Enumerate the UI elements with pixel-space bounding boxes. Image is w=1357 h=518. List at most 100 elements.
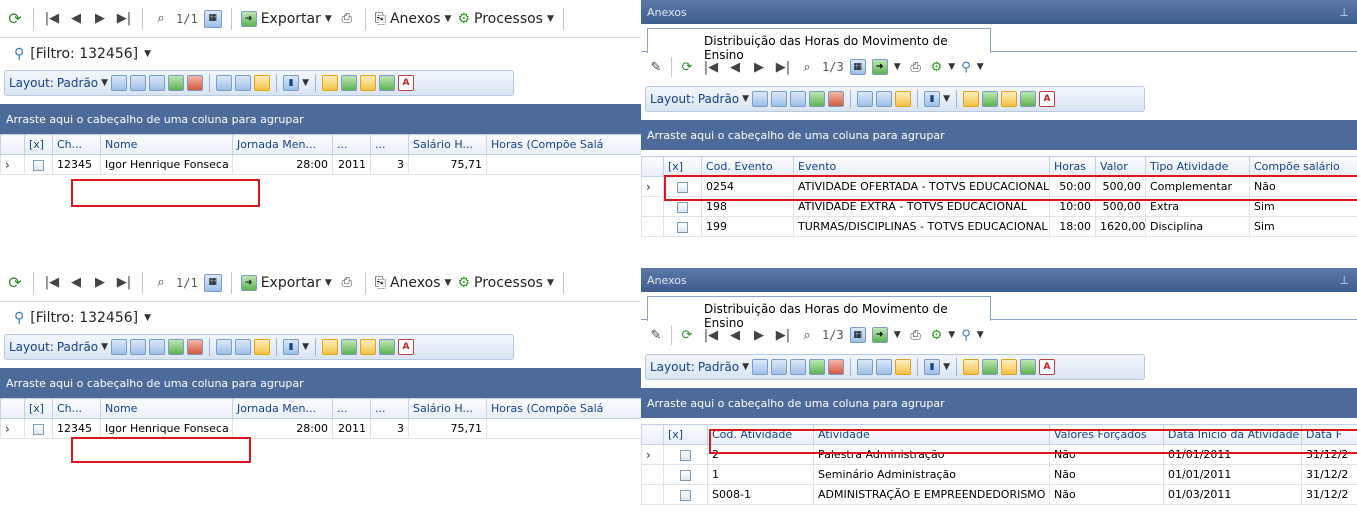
row-checkbox[interactable] — [677, 181, 688, 193]
column-header[interactable]: Nome — [100, 134, 233, 155]
table-row[interactable]: S008-1 ADMINISTRAÇÃO E EMPREENDEDORISMO … — [641, 484, 1357, 505]
layout-tool-icon[interactable] — [828, 359, 845, 375]
layout-tool-icon[interactable] — [809, 359, 826, 375]
chevron-down-icon[interactable]: ▼ — [948, 62, 955, 72]
layout-tool-icon[interactable] — [111, 75, 128, 91]
row-checkbox[interactable] — [33, 423, 44, 435]
layout-tool-icon[interactable] — [857, 91, 874, 107]
printer-icon[interactable]: ⎙ — [338, 274, 356, 292]
grid-icon[interactable]: ▦ — [849, 59, 866, 75]
column-header[interactable]: Ch... — [52, 398, 101, 419]
column-header[interactable]: Atividade — [813, 424, 1050, 445]
table-row[interactable]: › 2 Palestra Administração Não 01/01/201… — [641, 444, 1357, 465]
layout-tool-icon[interactable] — [962, 359, 979, 375]
binoculars-icon[interactable]: ⌕ — [152, 10, 170, 28]
column-header[interactable]: [x] — [24, 134, 53, 155]
pin-icon[interactable]: ⊥ — [1339, 6, 1349, 19]
layout-tool-icon[interactable] — [981, 91, 998, 107]
layout-tool-icon[interactable] — [752, 359, 769, 375]
column-header[interactable]: Ch... — [52, 134, 101, 155]
column-header[interactable]: Cod. Evento — [701, 156, 794, 177]
column-header[interactable]: ... — [332, 134, 371, 155]
binoculars-icon[interactable]: ⌕ — [152, 274, 170, 292]
layout-tool-icon[interactable] — [809, 91, 826, 107]
grid-icon[interactable]: ▦ — [849, 327, 866, 343]
layout-tool-icon[interactable] — [752, 91, 769, 107]
chevron-down-icon[interactable]: ▼ — [894, 330, 901, 340]
chevron-down-icon[interactable]: ▼ — [302, 342, 309, 352]
last-record-icon[interactable]: ▶| — [774, 326, 792, 344]
layout-tool-icon[interactable] — [981, 359, 998, 375]
column-header[interactable]: Evento — [793, 156, 1050, 177]
column-header[interactable]: Valor — [1095, 156, 1146, 177]
next-record-icon[interactable]: ▶ — [91, 10, 109, 28]
chevron-down-icon[interactable]: ▼ — [943, 362, 950, 372]
attachments-button[interactable]: ⎘ Anexos ▼ — [375, 275, 452, 291]
column-header[interactable]: Valores Forçados — [1049, 424, 1164, 445]
column-header[interactable]: Horas (Compõe Salá — [486, 134, 642, 155]
filter-icon[interactable]: ⚲ — [961, 328, 971, 343]
edit-icon[interactable]: ✎ — [647, 326, 665, 344]
layout-tool-icon[interactable] — [1019, 91, 1036, 107]
grid-icon[interactable]: ▦ — [203, 273, 222, 292]
layout-tool-icon[interactable] — [216, 75, 233, 91]
table-row[interactable]: › 12345 Igor Henrique Fonseca 28:00 2011… — [0, 154, 642, 175]
next-record-icon[interactable]: ▶ — [750, 58, 768, 76]
pdf-icon[interactable]: A — [1038, 359, 1055, 375]
export-button[interactable]: ➜ Exportar ▼ — [240, 10, 332, 27]
chevron-down-icon[interactable]: ▼ — [977, 62, 984, 72]
layout-tool-icon[interactable] — [149, 339, 166, 355]
next-record-icon[interactable]: ▶ — [750, 326, 768, 344]
layout-tool-icon[interactable] — [340, 75, 357, 91]
layout-tool-icon[interactable] — [187, 339, 204, 355]
layout-tool-icon[interactable] — [378, 339, 395, 355]
column-header[interactable]: Cod. Atividade — [707, 424, 814, 445]
row-checkbox[interactable] — [680, 469, 691, 481]
layout-tool-icon[interactable] — [321, 75, 338, 91]
layout-tool-icon[interactable] — [790, 91, 807, 107]
chart-icon[interactable]: ▮ — [283, 75, 300, 91]
layout-tool-icon[interactable] — [1000, 359, 1017, 375]
layout-tool-icon[interactable] — [235, 339, 252, 355]
processes-button[interactable]: ⚙ Processos ▼ — [457, 275, 553, 291]
layout-tool-icon[interactable] — [895, 359, 912, 375]
row-checkbox[interactable] — [680, 449, 691, 461]
layout-tool-icon[interactable] — [876, 91, 893, 107]
first-record-icon[interactable]: |◀ — [43, 274, 61, 292]
layout-tool-icon[interactable] — [857, 359, 874, 375]
column-header[interactable]: Jornada Men... — [232, 134, 333, 155]
pin-icon[interactable]: ⊥ — [1339, 274, 1349, 287]
table-row[interactable]: 1 Seminário Administração Não 01/01/2011… — [641, 464, 1357, 485]
layout-tool-icon[interactable] — [359, 75, 376, 91]
group-panel[interactable]: Arraste aqui o cabeçalho de uma coluna p… — [641, 120, 1357, 150]
layout-tool-icon[interactable] — [187, 75, 204, 91]
last-record-icon[interactable]: ▶| — [115, 10, 133, 28]
layout-tool-icon[interactable] — [130, 75, 147, 91]
chevron-down-icon[interactable]: ▼ — [894, 62, 901, 72]
layout-dropdown[interactable]: Padrão — [57, 340, 98, 354]
layout-dropdown[interactable]: Padrão — [698, 92, 739, 106]
chevron-down-icon[interactable]: ▼ — [948, 330, 955, 340]
filter-selector[interactable]: ⚲ [Filtro: 132456] ▼ — [0, 302, 641, 334]
row-checkbox[interactable] — [680, 489, 691, 501]
layout-tool-icon[interactable] — [168, 339, 185, 355]
layout-tool-icon[interactable] — [254, 75, 271, 91]
layout-tool-icon[interactable] — [254, 339, 271, 355]
gears-icon[interactable]: ⚙ — [931, 60, 943, 75]
pdf-icon[interactable]: A — [397, 75, 414, 91]
chevron-down-icon[interactable]: ▼ — [943, 94, 950, 104]
layout-tool-icon[interactable] — [962, 91, 979, 107]
layout-tool-icon[interactable] — [149, 75, 166, 91]
column-header[interactable]: ... — [370, 134, 409, 155]
refresh-icon[interactable]: ⟳ — [678, 326, 696, 344]
layout-tool-icon[interactable] — [111, 339, 128, 355]
refresh-icon[interactable]: ⟳ — [6, 9, 24, 28]
column-header[interactable]: Salário H... — [408, 134, 487, 155]
row-checkbox[interactable] — [677, 201, 688, 213]
column-header[interactable]: Horas — [1049, 156, 1096, 177]
processes-button[interactable]: ⚙ Processos ▼ — [457, 11, 553, 27]
group-panel[interactable]: Arraste aqui o cabeçalho de uma coluna p… — [0, 368, 641, 398]
grid-icon[interactable]: ▦ — [203, 9, 222, 28]
chevron-down-icon[interactable]: ▼ — [101, 342, 108, 352]
pdf-icon[interactable]: A — [1038, 91, 1055, 107]
